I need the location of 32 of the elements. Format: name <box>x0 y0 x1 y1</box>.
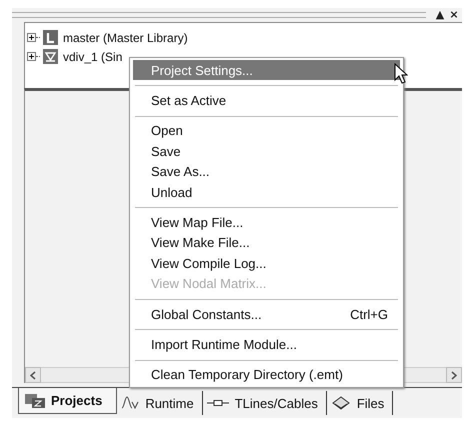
menu-item[interactable]: View Make File... <box>133 232 400 254</box>
expand-toggle[interactable] <box>27 33 36 42</box>
expand-toggle[interactable] <box>27 52 36 61</box>
caret-right-icon <box>451 370 457 380</box>
tab[interactable]: Projects <box>18 388 118 414</box>
menu-item[interactable]: Global Constants... Ctrl+G <box>133 304 400 324</box>
menu-item[interactable]: Save <box>133 141 400 162</box>
component-icon <box>43 49 58 64</box>
folder-icon <box>330 395 351 411</box>
scroll-left-button[interactable] <box>25 367 41 383</box>
panel-header-button[interactable]: × <box>448 9 460 21</box>
menu-item[interactable]: Save As... <box>133 162 400 182</box>
menu-item[interactable]: View Map File... <box>133 212 400 233</box>
library-icon <box>43 30 58 45</box>
tree-item[interactable]: master (Master Library) <box>61 30 190 44</box>
menu-item[interactable]: View Compile Log... <box>133 253 400 274</box>
tab[interactable]: Files <box>326 391 394 415</box>
menu-item[interactable]: Unload <box>133 182 400 202</box>
menu-item[interactable]: Import Runtime Module... <box>133 334 400 355</box>
tree-item[interactable]: vdiv_1 (Sin <box>61 50 124 64</box>
menu-item[interactable]: Project Settings... <box>133 60 400 80</box>
tab[interactable]: TLines/Cables <box>202 391 327 415</box>
scroll-right-button[interactable] <box>446 367 462 383</box>
menu-item[interactable]: Clean Temporary Directory (.emt) <box>133 364 400 386</box>
waveform-icon <box>121 396 140 410</box>
projects-icon <box>25 394 45 408</box>
caret-left-icon <box>30 370 36 380</box>
menu-item[interactable]: Open <box>133 120 400 142</box>
panel-header-button[interactable]: ▲ <box>434 9 446 21</box>
cable-icon <box>206 398 229 408</box>
menu-item[interactable]: Set as Active <box>133 90 400 111</box>
tab[interactable]: Runtime <box>117 391 203 415</box>
